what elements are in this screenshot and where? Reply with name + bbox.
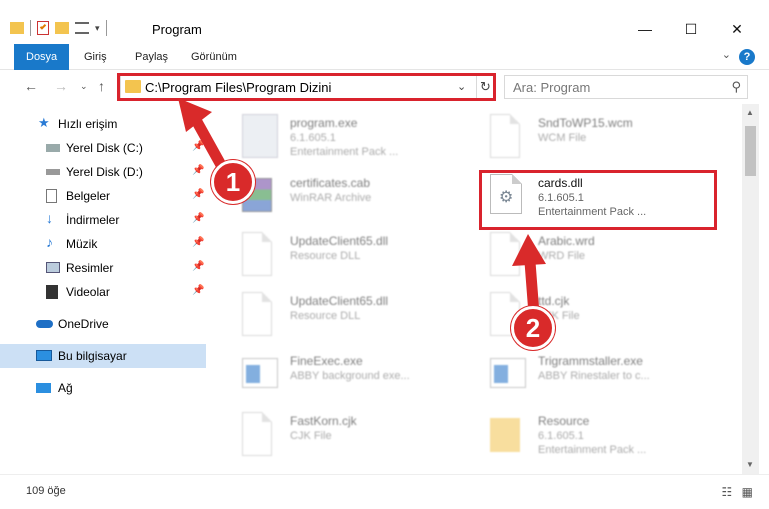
- step-badge-2: 2: [511, 306, 555, 350]
- arrow-2: [512, 234, 546, 320]
- annotation-arrows: [178, 98, 546, 320]
- arrow-1: [178, 98, 232, 180]
- step-badge-1: 1: [211, 160, 255, 204]
